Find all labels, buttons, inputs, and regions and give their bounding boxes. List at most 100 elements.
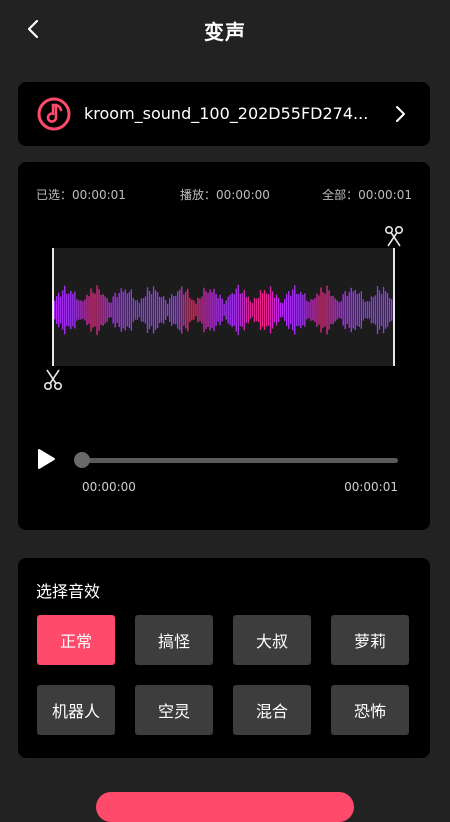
waveform-bar: [66, 293, 68, 327]
waveform-bar: [235, 288, 237, 332]
waveform-bar: [346, 296, 348, 324]
effect-button[interactable]: 空灵: [135, 685, 213, 735]
waveform-bar: [227, 296, 229, 324]
waveform-selection[interactable]: [52, 248, 395, 366]
waveform-bar: [320, 287, 322, 333]
waveform-bar: [306, 300, 308, 320]
confirm-button[interactable]: [96, 792, 354, 822]
waveform-bar: [310, 299, 312, 321]
waveform-bar: [372, 296, 375, 324]
waveform-bar: [54, 300, 56, 320]
waveform-bar: [106, 298, 108, 322]
waveform-bar: [171, 294, 173, 326]
waveform-bar: [195, 303, 197, 317]
waveform-bar: [300, 291, 302, 329]
waveform-bar: [64, 285, 66, 335]
waveform-bar: [334, 298, 336, 322]
waveform-bar: [332, 295, 334, 325]
waveform-bar: [370, 296, 373, 324]
waveform-bar: [78, 300, 80, 320]
waveform-bar: [376, 285, 379, 335]
waveform-bar: [140, 298, 143, 322]
waveform-bar: [158, 296, 161, 324]
trim-start-handle[interactable]: [52, 248, 54, 366]
waveform-bar: [76, 299, 78, 321]
waveform-bar: [138, 302, 141, 318]
waveform-bar: [217, 298, 219, 322]
waveform-bar: [167, 303, 169, 317]
waveform-bar: [251, 303, 254, 317]
trim-end-handle[interactable]: [393, 248, 395, 366]
waveform-bar: [356, 294, 358, 326]
waveform-bar: [173, 296, 175, 324]
effect-button[interactable]: 混合: [233, 685, 311, 735]
effects-title: 选择音效: [36, 582, 101, 601]
page-title: 变声: [204, 20, 246, 44]
waveform-bar: [330, 296, 332, 324]
scissors-icon[interactable]: [382, 224, 406, 248]
waveform-bar: [56, 296, 58, 324]
waveform-bar: [142, 298, 145, 322]
waveform-bar: [350, 287, 352, 333]
effect-button[interactable]: 机器人: [37, 685, 115, 735]
waveform-bar: [98, 289, 100, 331]
waveform-bar: [68, 293, 70, 327]
waveform-bar: [215, 294, 217, 326]
end-time: 00:00:01: [344, 480, 398, 494]
waveform-bar: [352, 291, 354, 329]
effect-button[interactable]: 大叔: [233, 615, 311, 665]
waveform-bar: [277, 298, 280, 322]
waveform-bar: [284, 299, 286, 321]
waveform-bar: [82, 301, 84, 319]
waveform-bar: [316, 293, 318, 327]
waveform-bar: [102, 294, 104, 326]
waveform-bar: [294, 285, 296, 335]
waveform-bar: [92, 292, 94, 328]
waveform-bar: [298, 293, 300, 327]
waveform-bar: [148, 290, 151, 330]
waveform-bar: [72, 293, 74, 327]
waveform-bar: [245, 297, 247, 323]
waveform-bar: [185, 291, 187, 329]
waveform-bar: [112, 296, 114, 324]
waveform-bar: [338, 302, 340, 318]
waveform-bar: [374, 295, 377, 325]
waveform-bar: [144, 296, 147, 324]
waveform: [52, 284, 395, 336]
waveform-bar: [288, 291, 290, 329]
waveform-bar: [191, 299, 193, 321]
waveform-bar: [324, 293, 326, 327]
play-icon[interactable]: [36, 448, 56, 470]
waveform-bar: [134, 300, 137, 320]
scissors-icon[interactable]: [41, 368, 65, 392]
playback-progress-track[interactable]: [82, 458, 398, 463]
waveform-bar: [296, 293, 298, 327]
effect-button[interactable]: 搞怪: [135, 615, 213, 665]
waveform-bar: [58, 292, 60, 328]
waveform-bar: [239, 293, 241, 327]
waveform-bar: [269, 286, 272, 334]
waveform-bar: [348, 292, 350, 328]
waveform-bar: [340, 301, 342, 319]
waveform-bar: [223, 304, 225, 316]
audio-file-selector[interactable]: kroom_sound_100_202D55FD274...: [18, 82, 430, 146]
effect-button[interactable]: 萝莉: [331, 615, 409, 665]
waveform-bar: [132, 297, 135, 323]
waveform-bar: [62, 290, 64, 330]
waveform-bar: [152, 286, 155, 334]
waveform-bar: [292, 289, 294, 331]
effect-button[interactable]: 正常: [37, 615, 115, 665]
waveform-bar: [124, 289, 126, 331]
waveform-bar: [193, 300, 195, 320]
waveform-bar: [205, 291, 207, 329]
waveform-bar: [382, 286, 385, 334]
waveform-bar: [100, 295, 102, 325]
effect-button[interactable]: 恐怖: [331, 685, 409, 735]
waveform-bar: [84, 299, 86, 321]
waveform-bar: [118, 293, 120, 327]
waveform-bar: [154, 290, 157, 330]
playback-progress-knob[interactable]: [74, 452, 90, 468]
waveform-bar: [386, 293, 389, 327]
waveform-bar: [231, 292, 233, 328]
waveform-bar: [290, 295, 292, 325]
